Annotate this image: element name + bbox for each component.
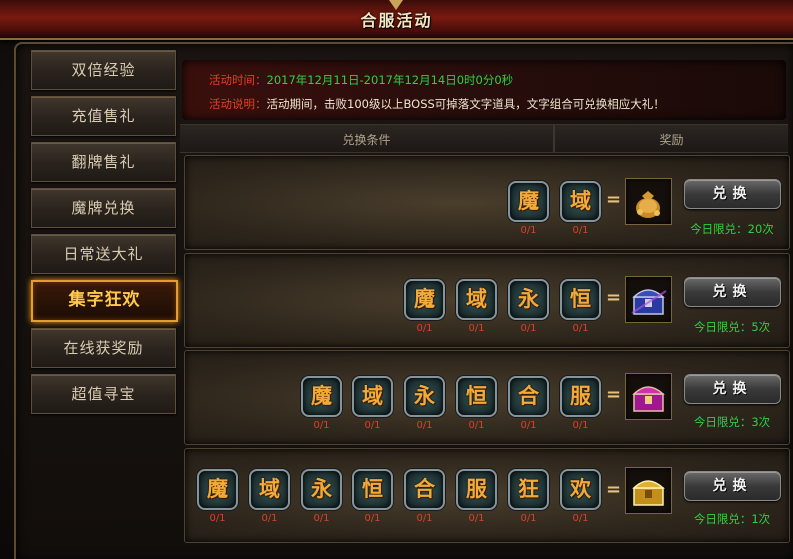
word-count: 0/1 — [364, 420, 381, 431]
equals-sign: = — [606, 189, 622, 210]
word-count: 0/1 — [416, 323, 433, 334]
word-tile[interactable]: 服 — [456, 469, 497, 510]
pink-chest-icon[interactable] — [625, 373, 672, 420]
word-tile[interactable]: 狂 — [508, 469, 549, 510]
word-count: 0/1 — [416, 420, 433, 431]
activity-description: 活动说明：活动期间，击败100级以上BOSS可掉落文字道具，文字组合可兑换相应大… — [209, 96, 665, 112]
desc-label: 活动说明： — [209, 97, 267, 111]
daily-limit: 今日限兑：1次 — [693, 512, 771, 526]
exchange-row-2: 魔 0/1 域 0/1 永 0/1 恒 0/1 = 兑换 今日限兑：5次 — [184, 253, 790, 348]
title-bar: 合服活动 — [0, 0, 793, 40]
table-header: 兑换条件 奖励 — [180, 124, 788, 153]
word-tile[interactable]: 魔 — [197, 469, 238, 510]
word-tile[interactable]: 魔 — [404, 279, 445, 320]
activity-info-panel: 活动时间：2017年12月11日-2017年12月14日0时0分0秒 活动说明：… — [182, 60, 786, 120]
equals-sign: = — [606, 479, 622, 500]
window-title: 合服活动 — [360, 11, 433, 30]
word-tile[interactable]: 域 — [456, 279, 497, 320]
sidebar-item-daily-gift[interactable]: 日常送大礼 — [31, 234, 176, 274]
equals-sign: = — [606, 287, 622, 308]
word-count: 0/1 — [364, 513, 381, 524]
exchange-button[interactable]: 兑换 — [684, 179, 781, 209]
sidebar: 双倍经验 充值售礼 翻牌售礼 魔牌兑换 日常送大礼 集字狂欢 在线获奖励 超值寻… — [31, 50, 178, 420]
word-count: 0/1 — [313, 513, 330, 524]
sidebar-item-double-exp[interactable]: 双倍经验 — [31, 50, 176, 90]
word-count: 0/1 — [261, 513, 278, 524]
word-tile[interactable]: 永 — [301, 469, 342, 510]
exchange-row-4: 魔 0/1 域 0/1 永 0/1 恒 0/1 合 0/1 服 0/1 狂 0/… — [184, 448, 790, 543]
exchange-button[interactable]: 兑换 — [684, 374, 781, 404]
daily-limit: 今日限兑：3次 — [693, 415, 771, 429]
word-count: 0/1 — [520, 323, 537, 334]
word-count: 0/1 — [572, 420, 589, 431]
sidebar-item-recharge-gift[interactable]: 充值售礼 — [31, 96, 176, 136]
equals-sign: = — [606, 384, 622, 405]
word-tile[interactable]: 恒 — [456, 376, 497, 417]
gold-pouch-icon[interactable] — [625, 178, 672, 225]
exchange-button[interactable]: 兑换 — [684, 277, 781, 307]
word-count: 0/1 — [468, 323, 485, 334]
sidebar-item-collect-words[interactable]: 集字狂欢 — [31, 280, 178, 322]
exchange-row-3: 魔 0/1 域 0/1 永 0/1 恒 0/1 合 0/1 服 0/1 = 兑换… — [184, 350, 790, 445]
word-count: 0/1 — [572, 225, 589, 236]
sidebar-item-card-exchange[interactable]: 魔牌兑换 — [31, 188, 176, 228]
word-count: 0/1 — [572, 323, 589, 334]
word-count: 0/1 — [520, 225, 537, 236]
word-tile[interactable]: 服 — [560, 376, 601, 417]
sidebar-item-treasure-hunt[interactable]: 超值寻宝 — [31, 374, 176, 414]
word-count: 0/1 — [468, 513, 485, 524]
exchange-button[interactable]: 兑换 — [684, 471, 781, 501]
word-tile[interactable]: 域 — [249, 469, 290, 510]
sidebar-item-flip-card-gift[interactable]: 翻牌售礼 — [31, 142, 176, 182]
blue-chest-icon[interactable] — [625, 276, 672, 323]
word-count: 0/1 — [209, 513, 226, 524]
word-tile[interactable]: 永 — [404, 376, 445, 417]
word-count: 0/1 — [520, 420, 537, 431]
exchange-row-1: 魔 0/1 域 0/1 = 兑换 今日限兑：20次 — [184, 155, 790, 250]
gold-chest-icon[interactable] — [625, 467, 672, 514]
word-count: 0/1 — [313, 420, 330, 431]
word-tile[interactable]: 魔 — [508, 181, 549, 222]
word-tile[interactable]: 魔 — [301, 376, 342, 417]
daily-limit: 今日限兑：20次 — [690, 222, 774, 236]
header-condition: 兑换条件 — [342, 133, 391, 147]
desc-value: 活动期间，击败100级以上BOSS可掉落文字道具，文字组合可兑换相应大礼！ — [266, 97, 665, 111]
word-count: 0/1 — [572, 513, 589, 524]
word-tile[interactable]: 恒 — [352, 469, 393, 510]
activity-time: 活动时间：2017年12月11日-2017年12月14日0时0分0秒 — [209, 72, 513, 88]
game-window: 合服活动 双倍经验 充值售礼 翻牌售礼 魔牌兑换 日常送大礼 集字狂欢 在线获奖… — [0, 0, 793, 559]
word-tile[interactable]: 域 — [352, 376, 393, 417]
word-count: 0/1 — [468, 420, 485, 431]
sidebar-item-online-reward[interactable]: 在线获奖励 — [31, 328, 176, 368]
word-tile[interactable]: 合 — [508, 376, 549, 417]
word-tile[interactable]: 域 — [560, 181, 601, 222]
daily-limit: 今日限兑：5次 — [693, 320, 771, 334]
word-count: 0/1 — [520, 513, 537, 524]
time-label: 活动时间： — [209, 73, 267, 87]
word-tile[interactable]: 欢 — [560, 469, 601, 510]
word-count: 0/1 — [416, 513, 433, 524]
header-reward: 奖励 — [659, 133, 684, 147]
word-tile[interactable]: 恒 — [560, 279, 601, 320]
word-tile[interactable]: 永 — [508, 279, 549, 320]
word-tile[interactable]: 合 — [404, 469, 445, 510]
time-value: 2017年12月11日-2017年12月14日0时0分0秒 — [266, 73, 514, 87]
